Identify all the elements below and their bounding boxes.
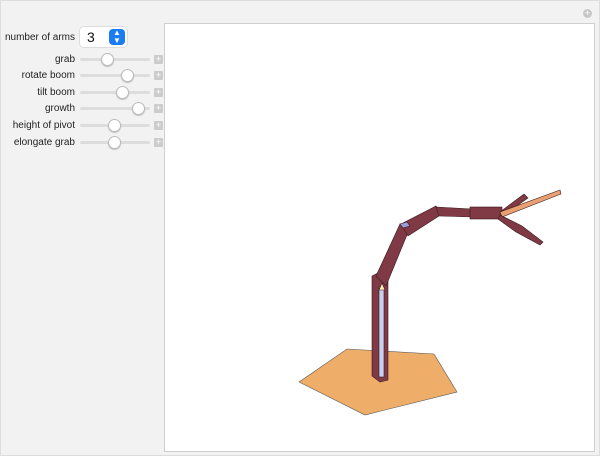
robot-arm-graphic xyxy=(298,189,562,416)
slider-row: rotate boom + xyxy=(1,68,163,84)
slider-thumb[interactable] xyxy=(108,135,122,149)
boom-segment-3 xyxy=(435,206,473,218)
demonstration-panel: + number of arms 3 ▲ ▼ grab + rotate boom … xyxy=(0,0,600,456)
slider-thumb[interactable] xyxy=(132,102,146,116)
slider-expand-plus-icon[interactable]: + xyxy=(154,104,163,114)
slider-label: growth xyxy=(44,103,75,115)
slider-track[interactable] xyxy=(80,69,150,83)
number-of-arms-label: number of arms xyxy=(4,31,75,43)
claw-right xyxy=(499,189,562,218)
slider-expand-plus-icon[interactable]: + xyxy=(154,71,163,81)
slider-track[interactable] xyxy=(80,85,150,99)
chevron-up-down-icon: ▲ ▼ xyxy=(109,29,125,45)
boom-segment-1 xyxy=(375,223,410,287)
slider-expand-plus-icon[interactable]: + xyxy=(154,54,163,64)
boom-segment-2 xyxy=(400,205,443,237)
slider-expand-plus-icon[interactable]: + xyxy=(154,137,163,147)
slider-track[interactable] xyxy=(80,118,150,132)
column-inner xyxy=(378,286,385,378)
slider-thumb[interactable] xyxy=(100,52,114,66)
number-of-arms-row: number of arms xyxy=(1,29,80,45)
slider-track[interactable] xyxy=(80,52,150,66)
options-plus-icon[interactable]: + xyxy=(583,9,592,18)
slider-row: growth + xyxy=(1,101,163,117)
slider-label: grab xyxy=(54,53,75,65)
slider-row: height of pivot + xyxy=(1,117,163,133)
slider-expand-plus-icon[interactable]: + xyxy=(154,120,163,130)
slider-row: tilt boom + xyxy=(1,84,163,100)
number-of-arms-select[interactable]: 3 ▲ ▼ xyxy=(80,27,127,47)
slider-track[interactable] xyxy=(80,102,150,116)
slider-label: tilt boom xyxy=(37,86,75,98)
slider-label: height of pivot xyxy=(12,119,75,131)
slider-label: elongate grab xyxy=(13,136,75,148)
slider-row: elongate grab + xyxy=(1,134,163,150)
claw-lower xyxy=(497,214,544,246)
3d-graphic-canvas[interactable] xyxy=(164,23,595,452)
slider-thumb[interactable] xyxy=(120,69,134,83)
slider-expand-plus-icon[interactable]: + xyxy=(154,87,163,97)
grab-hub xyxy=(469,206,503,220)
slider-row: grab + xyxy=(1,51,163,67)
slider-thumb[interactable] xyxy=(116,85,129,99)
slider-track[interactable] xyxy=(80,135,150,149)
slider-label: rotate boom xyxy=(21,70,75,82)
number-of-arms-value: 3 xyxy=(87,29,95,45)
slider-thumb[interactable] xyxy=(108,118,122,132)
